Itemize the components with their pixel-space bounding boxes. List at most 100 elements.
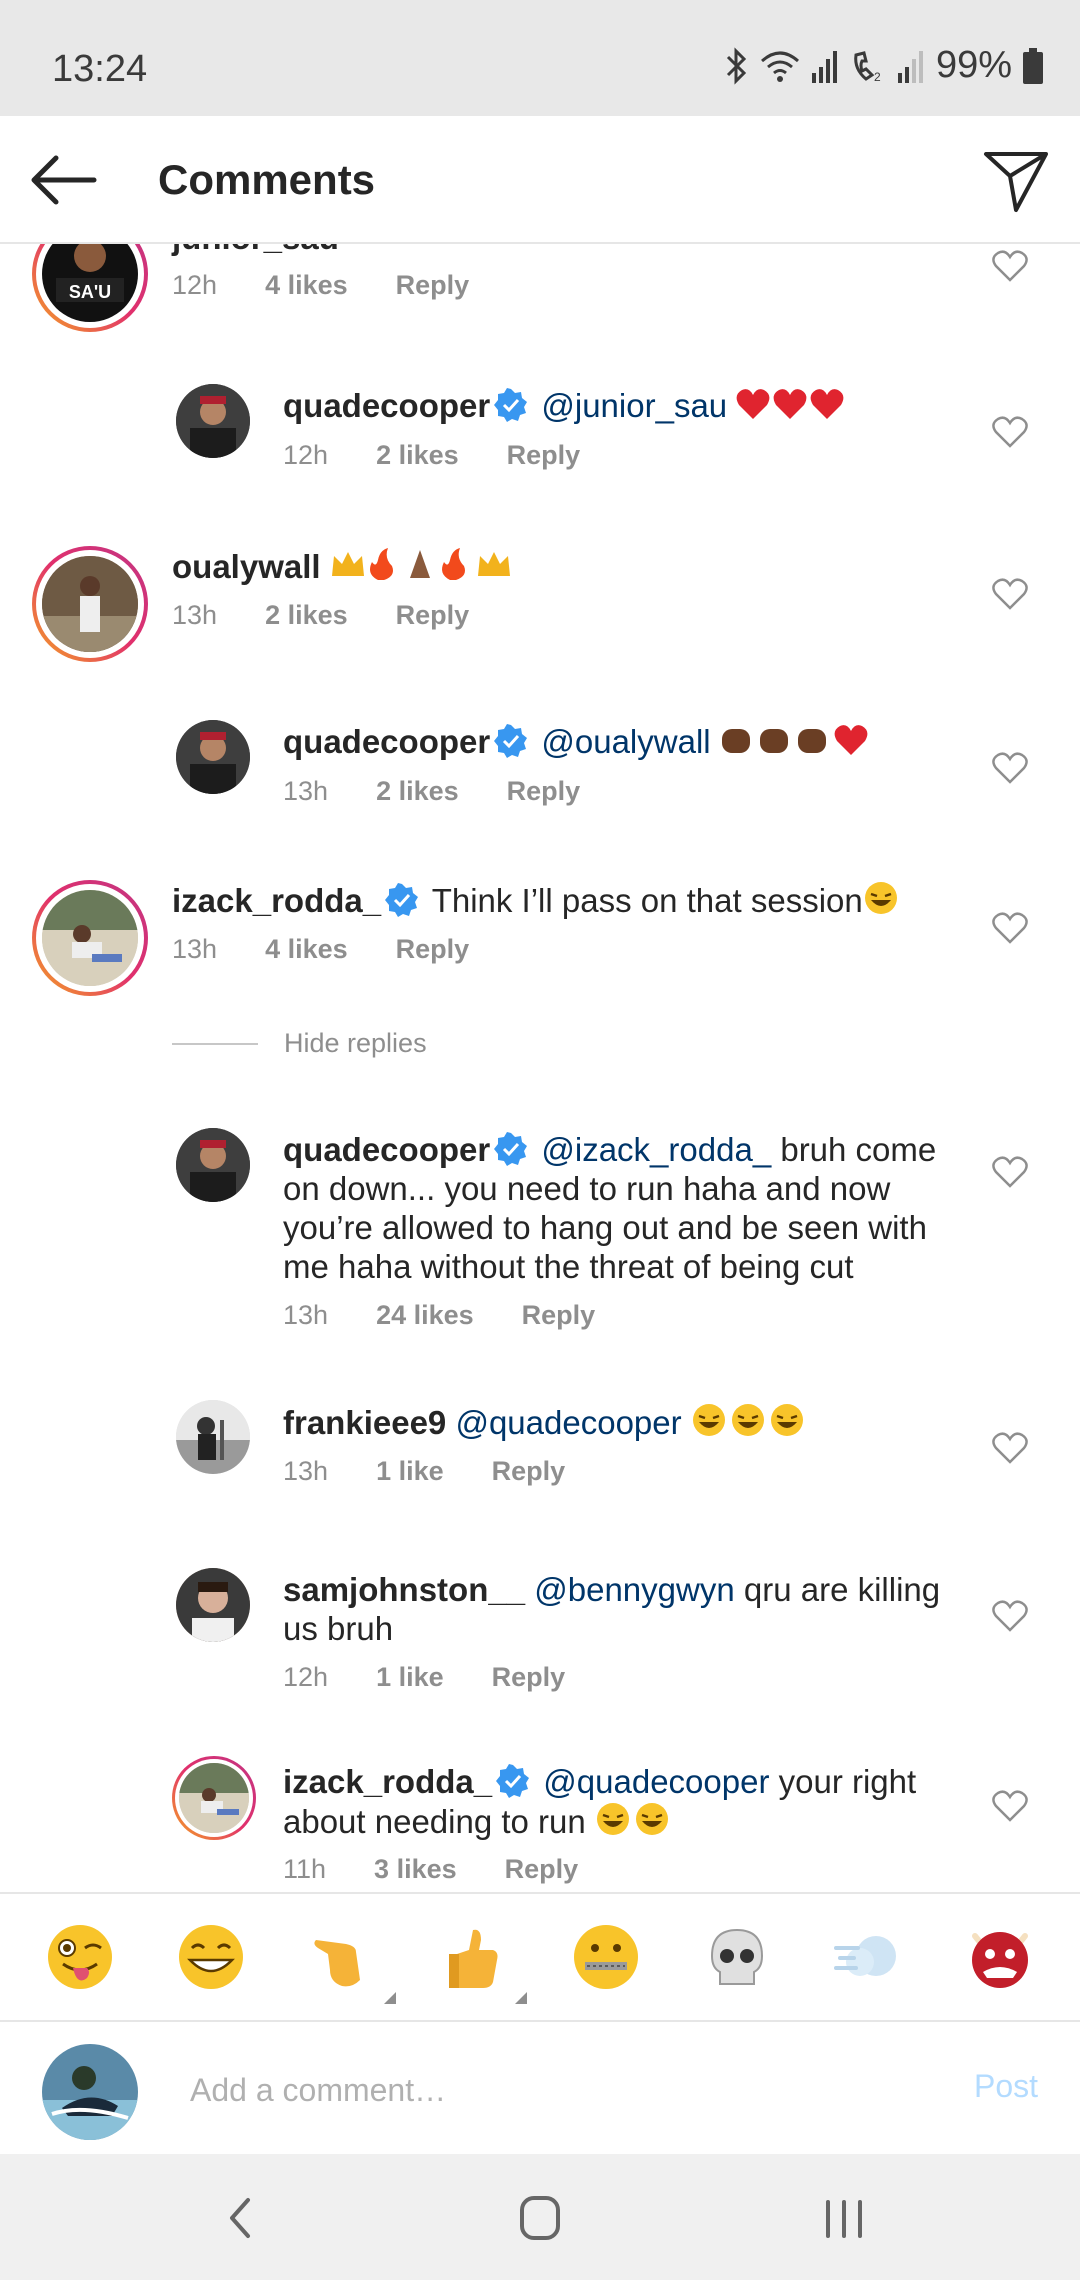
avatar[interactable] — [176, 1568, 250, 1642]
comment-likes[interactable]: 4 likes — [265, 270, 348, 301]
comment-meta: 13h 1 like Reply — [283, 1456, 613, 1487]
verified-badge-icon — [494, 1132, 528, 1166]
avatar[interactable] — [176, 1128, 250, 1202]
current-user-avatar — [42, 2044, 138, 2140]
wifi-icon — [760, 51, 799, 82]
nav-home-icon[interactable] — [510, 2190, 570, 2246]
comment-username[interactable]: frankieee9 — [283, 1404, 446, 1441]
comment-body-line: on down... you need to run haha and now — [283, 1170, 891, 1207]
like-heart-icon[interactable] — [992, 1156, 1028, 1188]
comment-mention[interactable]: @junior_sau — [541, 387, 727, 424]
like-heart-icon[interactable] — [992, 250, 1028, 282]
reply-button[interactable]: Reply — [492, 1662, 566, 1693]
like-heart-icon[interactable] — [992, 416, 1028, 448]
skull-emoji-button[interactable] — [700, 1920, 774, 1994]
ogre-emoji-button[interactable] — [963, 1920, 1037, 1994]
comment-likes[interactable]: 2 likes — [376, 440, 459, 471]
comment-meta: 13h 24 likes Reply — [283, 1300, 643, 1331]
comment-time: 13h — [283, 1300, 329, 1330]
reply-button[interactable]: Reply — [396, 600, 470, 631]
comment-likes[interactable]: 1 like — [376, 1662, 444, 1693]
nav-back-icon[interactable] — [212, 2190, 272, 2246]
fist-bump-heart-emoji-icon — [721, 725, 868, 755]
like-heart-icon[interactable] — [992, 752, 1028, 784]
comment-username[interactable]: quadecooper — [283, 387, 490, 424]
reply-button[interactable]: Reply — [396, 270, 470, 301]
like-heart-icon[interactable] — [992, 1432, 1028, 1464]
reply-button[interactable]: Reply — [492, 1456, 566, 1487]
comment-mention[interactable]: @oualywall — [541, 723, 710, 760]
comment-username[interactable]: oualywall — [172, 548, 321, 585]
comment-username[interactable]: izack_rodda_ — [172, 882, 381, 919]
reply-button[interactable]: Reply — [522, 1300, 596, 1331]
comment-time: 12h — [283, 1662, 329, 1692]
hide-replies-label: Hide replies — [284, 1028, 427, 1058]
comment-username[interactable]: izack_rodda_ — [283, 1763, 492, 1800]
grinning-emoji-button[interactable] — [174, 1920, 248, 1994]
verified-badge-icon — [496, 1764, 530, 1798]
comment-likes[interactable]: 24 likes — [376, 1300, 474, 1331]
system-nav-bar — [0, 2154, 1080, 2280]
comment-input[interactable] — [190, 2062, 890, 2118]
svg-text:SA'U: SA'U — [69, 282, 111, 302]
like-heart-icon[interactable] — [992, 1790, 1028, 1822]
like-heart-icon[interactable] — [992, 912, 1028, 944]
zipper-mouth-emoji-icon — [573, 1925, 638, 1989]
comment-meta: 13h 2 likes Reply — [172, 600, 517, 631]
comments-list[interactable]: SA'U junior_sau 12h 4 likes Reply quadec… — [0, 244, 1080, 1892]
pointing-hand-emoji-button[interactable] — [306, 1920, 396, 2004]
comment-mention[interactable]: @quadecooper — [455, 1404, 681, 1441]
avatar[interactable] — [176, 720, 250, 794]
comments-header: Comments — [0, 116, 1080, 244]
post-button[interactable]: Post — [974, 2068, 1038, 2105]
pointing-hand-emoji-icon — [314, 1940, 360, 1987]
comment-body: Think I’ll pass on that session — [431, 882, 863, 919]
comment-username[interactable]: samjohnston__ — [283, 1571, 525, 1608]
comment-mention[interactable]: @bennygwyn — [534, 1571, 734, 1608]
avatar[interactable] — [176, 384, 250, 458]
comment-meta: 12h 1 like Reply — [283, 1662, 613, 1693]
comment-username[interactable]: quadecooper — [283, 723, 490, 760]
comment-time: 12h — [172, 270, 218, 300]
reply-button[interactable]: Reply — [507, 776, 581, 807]
avatar[interactable] — [42, 890, 138, 986]
bluetooth-icon — [726, 46, 747, 85]
comment-username[interactable]: junior_sau — [172, 244, 339, 256]
comment-meta: 13h 2 likes Reply — [283, 776, 628, 807]
svg-text:2: 2 — [874, 70, 881, 83]
red-heart-emoji-icon — [736, 389, 844, 419]
comment-time: 13h — [172, 934, 218, 964]
comment-mention[interactable]: @izack_rodda_ — [541, 1131, 771, 1168]
comment-likes[interactable]: 2 likes — [376, 776, 459, 807]
send-icon[interactable] — [982, 146, 1050, 214]
like-heart-icon[interactable] — [992, 1600, 1028, 1632]
dash-emoji-button[interactable] — [832, 1920, 906, 1994]
zipper-mouth-emoji-button[interactable] — [569, 1920, 643, 1994]
like-heart-icon[interactable] — [992, 578, 1028, 610]
thumbs-up-emoji-button[interactable] — [437, 1920, 528, 2004]
comment-body-line: bruh come — [780, 1131, 937, 1168]
hide-replies-toggle[interactable]: Hide replies — [172, 1028, 427, 1059]
verified-badge-icon — [494, 388, 528, 422]
avatar[interactable] — [176, 1400, 250, 1474]
dash-emoji-icon — [833, 1936, 896, 1976]
comment-mention[interactable]: @quadecooper — [543, 1763, 769, 1800]
reply-button[interactable]: Reply — [505, 1854, 579, 1885]
reply-button[interactable]: Reply — [396, 934, 470, 965]
comment-likes[interactable]: 1 like — [376, 1456, 444, 1487]
comment-time: 13h — [172, 600, 218, 630]
avatar[interactable] — [179, 1763, 249, 1833]
comment-username[interactable]: quadecooper — [283, 1131, 490, 1168]
nav-recents-icon[interactable] — [814, 2190, 874, 2246]
winking-tongue-emoji-button[interactable] — [43, 1920, 117, 1994]
comment-likes[interactable]: 2 likes — [265, 600, 348, 631]
comment-likes[interactable]: 4 likes — [265, 934, 348, 965]
back-arrow-icon[interactable] — [28, 152, 98, 208]
comment-likes[interactable]: 3 likes — [374, 1854, 457, 1885]
comment-composer: Post — [0, 2020, 1080, 2154]
avatar[interactable] — [42, 556, 138, 652]
laughing-emoji-icon — [692, 1404, 803, 1436]
wifi-calling-icon: 2 — [854, 50, 881, 83]
ogre-emoji-icon — [972, 1932, 1029, 1988]
reply-button[interactable]: Reply — [507, 440, 581, 471]
